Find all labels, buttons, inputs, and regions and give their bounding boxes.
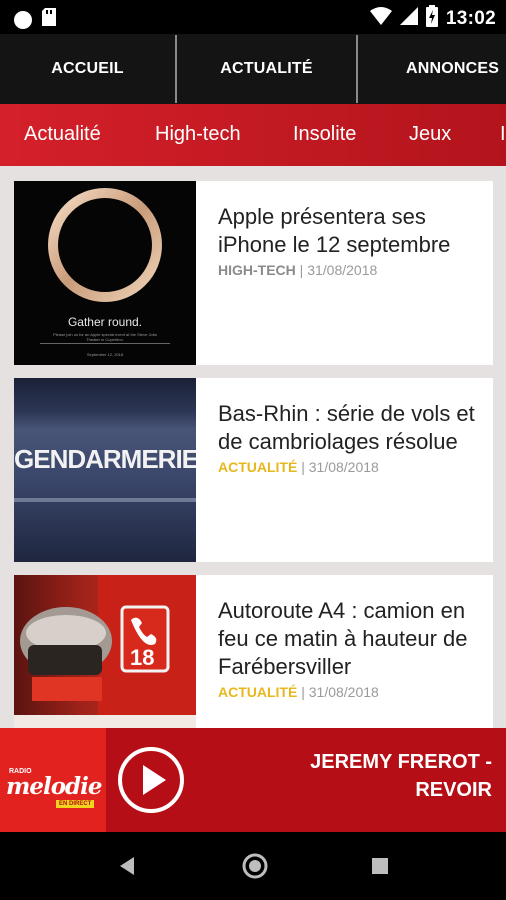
- tab-label: ACTUALITÉ: [220, 60, 313, 77]
- image-date: September 12, 2018: [86, 352, 124, 357]
- track-title: REVOIR: [415, 779, 492, 801]
- now-playing: JEREMY FREROT - REVOIR: [310, 748, 492, 804]
- article-title[interactable]: Autoroute A4 : camion en feu ce matin à …: [218, 597, 483, 681]
- category-actualite[interactable]: Actualité: [24, 123, 101, 146]
- image-caption: Gather round.: [67, 315, 143, 329]
- radio-logo: RADIO melodie EN DIRECT: [0, 728, 106, 832]
- logo-main-text: melodie: [6, 773, 103, 800]
- article-category: HIGH-TECH: [218, 262, 296, 278]
- clock: 13:02: [445, 7, 496, 29]
- article-meta: HIGH-TECH | 31/08/2018: [218, 262, 483, 278]
- article-card[interactable]: 18 Autoroute A4 : camion en feu ce matin…: [14, 575, 493, 728]
- article-card[interactable]: Gather round. Please join us for an Appl…: [14, 181, 493, 365]
- wifi-icon: [369, 7, 392, 30]
- system-navigation-bar: [0, 832, 506, 900]
- article-card[interactable]: GENDARMERIE Bas-Rhin : série de vols et …: [14, 378, 493, 562]
- battery-charging-icon: [425, 5, 438, 32]
- article-image-fire-truck: 18: [14, 575, 196, 728]
- sd-card-icon: [42, 8, 56, 31]
- tab-annonces[interactable]: ANNONCES: [358, 34, 506, 104]
- tab-accueil[interactable]: ACCUEIL: [0, 34, 175, 104]
- tab-actualite[interactable]: ACTUALITÉ: [177, 34, 356, 104]
- article-meta: ACTUALITÉ | 31/08/2018: [218, 459, 483, 475]
- meta-separator: |: [301, 459, 309, 475]
- article-date: 31/08/2018: [308, 684, 379, 700]
- article-category: ACTUALITÉ: [218, 459, 298, 475]
- top-navigation: ACCUEIL ACTUALITÉ ANNONCES: [0, 34, 506, 104]
- logo-badge: EN DIRECT: [56, 800, 95, 808]
- article-image-apple-event: Gather round. Please join us for an Appl…: [14, 181, 196, 365]
- image-caption: GENDARMERIE: [14, 444, 196, 474]
- radio-player: RADIO melodie EN DIRECT JEREMY FREROT - …: [0, 728, 506, 832]
- signal-icon: [399, 7, 418, 30]
- article-feed[interactable]: Gather round. Please join us for an Appl…: [0, 166, 506, 728]
- back-icon[interactable]: [118, 856, 136, 881]
- article-title[interactable]: Apple présentera ses iPhone le 12 septem…: [218, 203, 483, 259]
- image-subcaption: Please join us for an Apple special even…: [53, 332, 157, 342]
- article-date: 31/08/2018: [308, 459, 379, 475]
- recents-icon[interactable]: [371, 857, 389, 880]
- article-date: 31/08/2018: [307, 262, 378, 278]
- tab-label: ACCUEIL: [51, 60, 124, 77]
- article-meta: ACTUALITÉ | 31/08/2018: [218, 684, 483, 700]
- article-title[interactable]: Bas-Rhin : série de vols et de cambriola…: [218, 400, 483, 456]
- category-insolite[interactable]: Insolite: [293, 123, 356, 146]
- category-bar: Actualité High-tech Insolite Jeux I: [0, 104, 506, 166]
- status-bar: 13:02: [0, 0, 506, 34]
- category-jeux[interactable]: Jeux: [409, 123, 451, 146]
- image-caption: 18: [130, 645, 155, 670]
- article-image-gendarmerie: GENDARMERIE: [14, 378, 196, 562]
- home-icon[interactable]: [242, 853, 268, 884]
- category-high-tech[interactable]: High-tech: [155, 123, 241, 146]
- meta-separator: |: [301, 684, 309, 700]
- image-stripe: [14, 498, 196, 502]
- tab-label: ANNONCES: [406, 60, 500, 77]
- category-next-partial[interactable]: I: [500, 123, 506, 146]
- article-category: ACTUALITÉ: [218, 684, 298, 700]
- track-artist: JEREMY FREROT -: [310, 751, 492, 773]
- play-button[interactable]: [118, 747, 184, 813]
- circle-icon: [14, 10, 32, 29]
